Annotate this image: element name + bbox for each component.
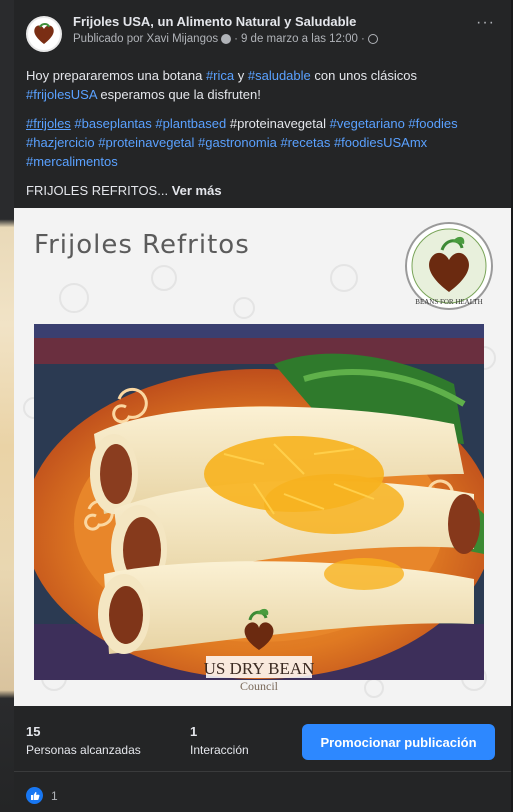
hashtag-saludable[interactable]: #saludable (248, 68, 311, 83)
beans-logo-label: BEANS FOR HEALTH (415, 298, 482, 306)
interaction-count: 1 (190, 724, 198, 739)
info-icon (221, 34, 232, 44)
hashtag-hazjercicio[interactable]: #hazjercicio (26, 135, 95, 150)
hashtag-proteinavegetal[interactable]: #proteinavegetal (98, 135, 194, 150)
reach-label: Personas alcanzadas (26, 743, 141, 757)
post-intro: Hoy prepararemos una botana #rica y #sal… (26, 66, 497, 104)
reach-count: 15 (26, 724, 41, 739)
us-dry-bean-council-logo: US DRY BEAN Council (204, 608, 314, 693)
text-segment: con unos clásicos (310, 68, 417, 83)
hashtag-frijoles[interactable]: #frijoles (26, 116, 71, 131)
interaction-stat[interactable]: 1 Interacción (190, 724, 249, 757)
post-card: Frijoles USA, un Alimento Natural y Salu… (14, 0, 511, 812)
hashtag-rica[interactable]: #rica (206, 68, 234, 83)
reach-stat[interactable]: 15 Personas alcanzadas (26, 724, 141, 757)
post-body: Hoy prepararemos una botana #rica y #sal… (14, 58, 511, 200)
post-insights: 15 Personas alcanzadas 1 Interacción Pro… (14, 708, 511, 772)
text-segment: y (234, 68, 248, 83)
hashtag-foodies[interactable]: #foodies (408, 116, 457, 131)
text-segment: esperamos que la disfruten! (96, 87, 261, 102)
bean-heart-icon (34, 23, 54, 44)
usdb-logo-subtitle: Council (240, 679, 279, 693)
post-meta: Publicado por Xavi Mijangos · 9 de marzo… (73, 33, 378, 45)
separator-dot: · (360, 33, 365, 45)
like-icon (26, 787, 43, 804)
see-more-link[interactable]: Ver más (172, 183, 222, 198)
post-image[interactable]: Frijoles Refritos BEANS FOR HEALTH US DR… (14, 208, 511, 706)
published-by: Publicado por Xavi Mijangos (73, 33, 219, 45)
globe-icon (367, 34, 378, 44)
hashtag-baseplantas[interactable]: #baseplantas (74, 116, 151, 131)
image-title: Frijoles Refritos (34, 230, 250, 260)
page-avatar[interactable] (26, 16, 62, 52)
hashtag-recetas[interactable]: #recetas (280, 135, 330, 150)
separator-dot: · (234, 33, 238, 45)
post-teaser: FRIJOLES REFRITOS... Ver más (26, 181, 497, 200)
hashtag-list: #frijoles #baseplantas #plantbased #prot… (26, 114, 497, 171)
reactions-summary[interactable]: 1 (26, 787, 58, 804)
text-segment: Hoy prepararemos una botana (26, 68, 206, 83)
teaser-text: FRIJOLES REFRITOS... (26, 183, 172, 198)
more-options-button[interactable]: ··· (476, 14, 495, 32)
interaction-label: Interacción (190, 743, 249, 757)
post-date-link[interactable]: 9 de marzo a las 12:00 (241, 33, 358, 45)
hashtag-foodiesusamx[interactable]: #foodiesUSAmx (334, 135, 427, 150)
hashtag-mercalimentos[interactable]: #mercalimentos (26, 154, 118, 169)
post-header: Frijoles USA, un Alimento Natural y Salu… (14, 0, 511, 58)
hashtag-plantbased[interactable]: #plantbased (155, 116, 226, 131)
page-name-link[interactable]: Frijoles USA, un Alimento Natural y Salu… (73, 14, 378, 29)
promote-post-button[interactable]: Promocionar publicación (302, 724, 495, 760)
hashtag-proteinavegetal-plain: #proteinavegetal (229, 116, 326, 131)
reaction-count: 1 (51, 788, 58, 803)
hashtag-frijolesusa[interactable]: #frijolesUSA (26, 87, 97, 102)
beans-for-health-logo: BEANS FOR HEALTH (405, 222, 493, 310)
hashtag-vegetariano[interactable]: #vegetariano (330, 116, 405, 131)
usdb-logo-title: US DRY BEAN (204, 659, 314, 678)
hashtag-gastronomia[interactable]: #gastronomia (198, 135, 277, 150)
